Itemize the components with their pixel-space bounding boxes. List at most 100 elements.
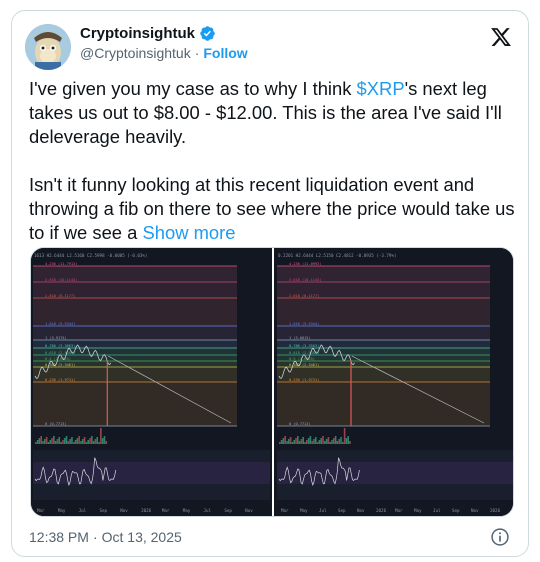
left-volume-bar xyxy=(105,441,108,444)
right-fib-label-2: 2.618 (8.1177) xyxy=(289,294,319,298)
left-volume-bar xyxy=(67,441,70,444)
left-volume-bar xyxy=(69,439,71,444)
right-volume-bar xyxy=(313,439,315,444)
left-fib-label-5: 0.786 (3.3663) xyxy=(45,344,75,348)
timestamp-time[interactable]: 12:38 PM xyxy=(29,529,89,545)
left-volume-bar xyxy=(76,438,79,444)
author-display-name[interactable]: Cryptoinsightuk xyxy=(80,25,195,42)
left-volume-bar xyxy=(72,442,75,444)
left-volume-bar xyxy=(36,440,39,444)
right-fib-label-5: 0.786 (3.3563) xyxy=(289,344,319,348)
left-x-axis-label: Sep xyxy=(99,508,107,513)
right-fib-label-9: 0.236 (1.9731) xyxy=(289,378,319,382)
right-volume-bar xyxy=(331,440,333,444)
right-x-axis-label: 2026 xyxy=(376,508,387,513)
right-volume-bar xyxy=(295,438,297,444)
left-volume-bar xyxy=(91,436,93,444)
left-fib-label-9: 0.236 (1.9731) xyxy=(45,378,75,382)
right-volume-bar xyxy=(327,437,330,444)
left-fib-label-6: 0.618 (2.9389) xyxy=(45,351,75,355)
right-volume-bar xyxy=(297,436,299,444)
left-volume-bar xyxy=(80,441,82,444)
right-rsi-band xyxy=(277,462,513,484)
right-volume-bar xyxy=(291,442,294,444)
right-x-axis-label: Sep xyxy=(452,508,460,513)
left-volume-bar xyxy=(53,436,55,444)
left-fib-label-0: 4.236 (11.7913) xyxy=(45,262,77,266)
avatar-ape-illustration xyxy=(25,24,71,70)
right-x-axis-label: Nov xyxy=(471,508,479,513)
right-volume-bar xyxy=(336,441,339,444)
right-volume-bar xyxy=(322,436,324,444)
right-volume-bar xyxy=(334,436,337,444)
right-volume-bar xyxy=(298,441,301,444)
left-volume-bar xyxy=(87,440,90,444)
left-x-axis-label: Jul xyxy=(204,508,212,513)
left-volume-bar xyxy=(62,440,64,444)
right-volume-bar xyxy=(329,442,331,444)
left-fib-label-1: 3.618 (10.1144) xyxy=(45,278,77,282)
left-volume-bar xyxy=(103,436,106,444)
left-volume-bar xyxy=(49,440,52,444)
show-more-link[interactable]: Show more xyxy=(142,222,235,243)
right-volume-bar xyxy=(325,439,328,444)
right-volume-bar xyxy=(333,438,335,444)
right-fib-label-0: 4.236 (11.0993) xyxy=(289,262,321,266)
left-volume-bar xyxy=(35,442,37,444)
right-volume-bar xyxy=(343,428,346,444)
info-icon[interactable] xyxy=(490,527,510,547)
right-volume-bar xyxy=(288,439,290,444)
left-volume-bar xyxy=(101,438,104,444)
left-volume-bar xyxy=(42,441,44,444)
right-x-axis-label: Jul xyxy=(319,508,327,513)
tweet-text: I've given you my case as to why I think… xyxy=(29,77,519,245)
left-volume-bar xyxy=(83,437,86,444)
left-rsi-band xyxy=(33,462,270,484)
left-volume-bar xyxy=(58,437,61,444)
right-volume-bar xyxy=(349,441,351,444)
left-x-axis-label: Nov xyxy=(120,508,128,513)
right-x-axis-label: Mar xyxy=(281,508,289,513)
left-volume-bar xyxy=(94,439,97,444)
left-x-axis-label: Sep xyxy=(224,508,232,513)
right-fib-label-1: 3.618 (10.1144) xyxy=(289,278,321,282)
right-volume-bar xyxy=(345,438,348,444)
tweet-media-image[interactable]: 1613 H2.6444 L2.5160 C2.5998 -0.0005 (-0… xyxy=(30,247,514,517)
left-volume-bar xyxy=(45,437,48,444)
left-volume-bar xyxy=(44,439,46,444)
timestamp-separator: · xyxy=(92,529,98,545)
right-volume-bar xyxy=(284,436,286,444)
left-fib-label-4: 1 (3.9175) xyxy=(45,336,67,340)
left-x-axis-label: Jul xyxy=(79,508,87,513)
left-chart-header: 1613 H2.6444 L2.5160 C2.5998 -0.0005 (-0… xyxy=(34,253,147,258)
right-volume-bar xyxy=(304,442,306,444)
author-handle[interactable]: @Cryptoinsightuk xyxy=(80,45,191,61)
timestamp-date[interactable]: Oct 13, 2025 xyxy=(102,529,182,545)
right-chart-header: 0.2201 H2.6444 L2.5150 C2.4812 -0.0935 (… xyxy=(278,253,397,258)
left-x-axis-label: May xyxy=(183,508,191,513)
left-volume-bar xyxy=(56,439,59,444)
left-volume-bar xyxy=(96,437,99,444)
avatar[interactable] xyxy=(25,24,71,70)
left-volume-bar xyxy=(92,441,95,444)
follow-button[interactable]: Follow xyxy=(203,45,247,61)
right-volume-bar xyxy=(324,441,326,444)
left-fib-label-10: 0 (0.7713) xyxy=(45,422,67,426)
x-logo-icon[interactable] xyxy=(490,26,512,48)
left-volume-bar xyxy=(100,428,102,444)
left-x-axis-label: Mar xyxy=(37,508,45,513)
right-volume-bar xyxy=(315,437,317,444)
right-volume-bar xyxy=(302,437,304,444)
left-volume-bar xyxy=(51,438,53,444)
right-x-axis-label: May xyxy=(300,508,308,513)
right-volume-bar xyxy=(307,438,310,444)
verified-badge-icon xyxy=(200,26,215,41)
left-volume-bar xyxy=(54,441,57,444)
right-volume-bar xyxy=(280,440,283,444)
left-volume-bar xyxy=(71,437,73,444)
tweet-text-p2: Isn't it funny looking at this recent li… xyxy=(29,174,520,243)
right-volume-bar xyxy=(309,436,312,444)
right-fib-label-4: 1 (3.6815) xyxy=(289,336,311,340)
cashtag-link[interactable]: $XRP xyxy=(357,78,405,99)
right-volume-bar xyxy=(279,442,281,444)
